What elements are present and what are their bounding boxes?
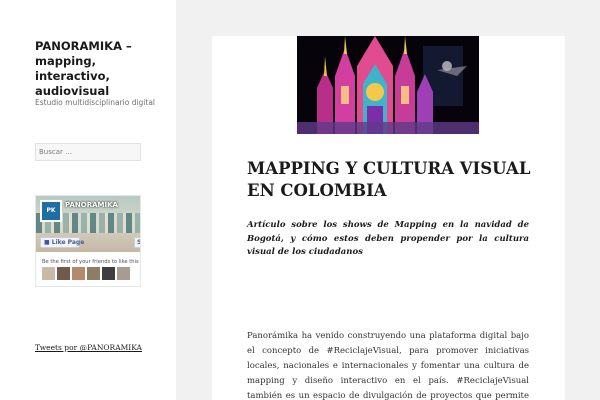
cathedral-projection-mapping-image	[297, 36, 479, 134]
post-lead: Artículo sobre los shows de Mapping en l…	[247, 220, 529, 257]
friends-like-text: Be the first of your friends to like thi…	[42, 259, 139, 265]
facebook-page-widget: PK PANORAMIKA ■ Like Page S Be the first…	[35, 195, 141, 287]
avatar[interactable]	[57, 267, 70, 280]
facebook-page-name[interactable]: PANORAMIKA	[65, 201, 118, 209]
like-page-label: Like Page	[51, 239, 85, 246]
page-logo[interactable]: PK	[40, 200, 62, 222]
sidebar: PANORAMIKA – mapping, interactivo, audio…	[0, 0, 176, 400]
friend-avatars	[42, 267, 130, 280]
post-body: Panorámika ha venido construyendo una pl…	[247, 331, 529, 400]
thumbs-up-icon: ■	[44, 239, 50, 246]
post-article: MAPPING Y CULTURA VISUAL EN COLOMBIA Art…	[212, 36, 565, 400]
tweets-link[interactable]: Tweets por @PANORAMIKA	[35, 343, 142, 352]
site-title[interactable]: PANORAMIKA – mapping, interactivo, audio…	[35, 39, 147, 99]
post-hero-image[interactable]	[297, 36, 479, 134]
post-title[interactable]: MAPPING Y CULTURA VISUAL EN COLOMBIA	[247, 158, 537, 202]
avatar[interactable]	[72, 267, 85, 280]
avatar[interactable]	[87, 267, 100, 280]
avatar[interactable]	[102, 267, 115, 280]
search-input[interactable]: Buscar …	[35, 143, 141, 161]
like-page-button[interactable]: ■ Like Page	[40, 237, 84, 248]
avatar[interactable]	[117, 267, 130, 280]
avatar[interactable]	[42, 267, 55, 280]
share-button[interactable]: S	[134, 237, 140, 248]
site-description: Estudio multidisciplinario digital	[35, 98, 156, 107]
